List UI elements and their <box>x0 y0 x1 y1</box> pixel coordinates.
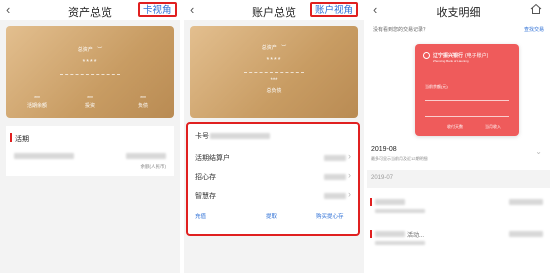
bank-card[interactable]: 辽宁振兴银行 (电子账户) Zhenxing Bank of Liaoning 当… <box>415 44 519 136</box>
month-title: 2019-08 <box>371 146 397 153</box>
month-title: 2019-07 <box>371 175 394 181</box>
bank-logo <box>423 52 430 59</box>
card-divider <box>425 100 509 101</box>
stat-investment[interactable]: *** 投资 <box>67 96 113 109</box>
bank-name: 辽宁振兴银行 (电子账户) <box>433 53 489 59</box>
account-view-toggle[interactable]: 账户视角 <box>310 2 359 17</box>
transaction-title: 活动... <box>407 233 425 239</box>
masked-date <box>375 241 425 245</box>
total-assets-value: **** <box>266 57 282 64</box>
receipt-days-label: 收付天数 <box>447 124 463 129</box>
balance-note: 余额(人民币) <box>140 164 167 169</box>
eye-icon[interactable]: ︶ <box>281 45 286 51</box>
row-accent <box>370 198 372 206</box>
header: ‹ 账户总览 账户视角 <box>184 0 364 20</box>
divider <box>60 74 120 75</box>
month-group-jul[interactable]: 2019-07 <box>367 170 550 188</box>
search-hint: 没有看到您的交易记录？ <box>373 27 429 33</box>
balance-label: 当前余额(元) <box>425 84 448 89</box>
masked-amount <box>509 231 543 237</box>
card-view-toggle[interactable]: 卡视角 <box>138 2 177 17</box>
row-accent <box>370 230 372 238</box>
total-liabilities-value: *** <box>270 78 278 84</box>
chevron-down-icon: ⌄ <box>535 147 542 156</box>
checking-section[interactable]: 活期 余额(人民币) <box>6 126 174 176</box>
total-liabilities-label: 总负债 <box>266 88 282 94</box>
total-assets-value: **** <box>82 59 98 66</box>
masked-balance <box>126 153 166 159</box>
section-title: 活期 <box>15 136 29 143</box>
masked-amount <box>509 199 543 205</box>
eye-icon[interactable]: ︶ <box>97 47 102 53</box>
home-icon[interactable] <box>530 3 542 15</box>
stat-label: 活期余额 <box>26 103 47 109</box>
app-screens: ‹ 资产总览 卡视角 总资产 ︶ **** *** 活期余额 *** 投资 **… <box>0 0 550 273</box>
stat-liabilities[interactable]: *** 负债 <box>120 96 166 109</box>
asset-card[interactable]: 总资产 ︶ **** *** 活期余额 *** 投资 *** 负债 <box>6 26 174 118</box>
card-divider <box>425 116 509 117</box>
account-overview-screen: ‹ 账户总览 账户视角 总资产 ︶ **** *** 总负债 卡号 活期结算户 … <box>184 0 364 273</box>
masked-text <box>375 231 405 237</box>
stat-label: 负债 <box>137 103 148 109</box>
stat-checking[interactable]: *** 活期余额 <box>14 96 60 109</box>
asset-card[interactable]: 总资产 ︶ **** *** 总负债 <box>190 26 358 118</box>
month-note: 最多可显示当前月及近12期明细 <box>371 156 428 161</box>
asset-overview-screen: ‹ 资产总览 卡视角 总资产 ︶ **** *** 活期余额 *** 投资 **… <box>0 0 180 273</box>
header: ‹ 资产总览 卡视角 <box>0 0 180 20</box>
monthly-income-label: 当月收入 <box>485 124 501 129</box>
masked-account <box>14 153 74 159</box>
header: ‹ 收支明细 <box>367 0 550 20</box>
divider <box>244 72 304 73</box>
find-transaction-link[interactable]: 查找交易 <box>524 26 544 33</box>
page-title: 收支明细 <box>436 7 481 19</box>
section-accent <box>10 133 12 142</box>
masked-date <box>375 209 425 213</box>
stat-label: 投资 <box>84 103 95 109</box>
total-assets-label: 总资产 ︶ <box>77 47 103 53</box>
bank-english-name: Zhenxing Bank of Liaoning <box>433 59 469 63</box>
highlight-box <box>186 122 360 236</box>
transaction-detail-screen: ‹ 收支明细 没有看到您的交易记录？ 查找交易 辽宁振兴银行 (电子账户) Zhe… <box>367 0 550 273</box>
total-assets-label: 总资产 ︶ <box>261 45 287 51</box>
masked-text <box>375 199 405 205</box>
